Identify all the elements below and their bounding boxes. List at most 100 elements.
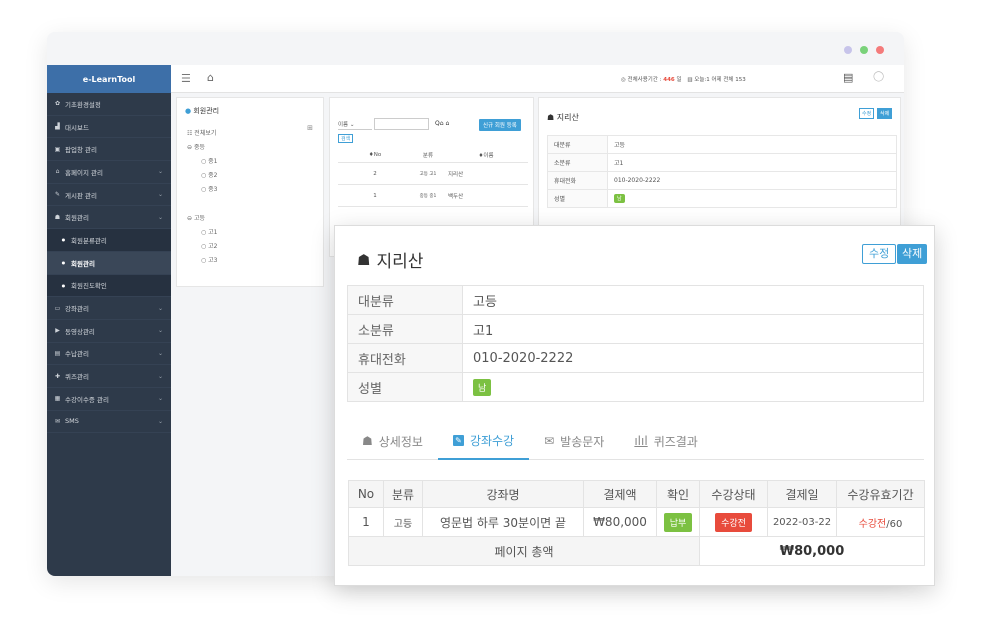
sidebar-item[interactable]: ▤ 수납관리 ⌄ [47, 343, 171, 366]
tab-messages[interactable]: ✉ 발송문자 [529, 422, 619, 460]
info-row: 소분류 고1 [347, 314, 924, 344]
tree-node-h2[interactable]: ○ 고2 [201, 241, 218, 250]
tree-node-middle[interactable]: ⊖ 중등 [187, 142, 205, 151]
tree-node-all[interactable]: ☷ 전체보기 [187, 128, 216, 137]
info-value: 고1 [462, 314, 924, 344]
course-table: No 분류 강좌명 결제액 확인 수강상태 결제일 수강유효기간 1 고등 영문… [348, 480, 925, 566]
tab-courses[interactable]: ✎ 강좌수강 [437, 422, 530, 460]
chevron-down-icon: ⌄ [157, 417, 163, 425]
info-key: 휴대전화 [547, 171, 608, 190]
sidebar-item[interactable]: ⌂ 홈페이지 관리 ⌄ [47, 161, 171, 184]
tree-node-m3[interactable]: ○ 중3 [201, 184, 218, 193]
info-key: 성별 [547, 189, 608, 208]
row-name[interactable]: 지리산 [443, 162, 528, 185]
sidebar-item[interactable]: ✎ 게시판 관리 ⌄ [47, 184, 171, 207]
course-status: 수강전 [699, 507, 768, 537]
sidebar-item-label: 게시판 관리 [65, 191, 97, 200]
visitor-stats: 오늘:1 어제 전체 [694, 77, 734, 83]
sidebar-item[interactable]: ▦ 수강이수증 관리 ⌄ [47, 388, 171, 411]
tab-details[interactable]: ☗ 상세정보 [347, 422, 438, 460]
sidebar-item[interactable]: ▟ 대시보드 [47, 116, 171, 139]
info-row: 성별 남 [347, 372, 924, 402]
tree-node-m2[interactable]: ○ 중2 [201, 170, 218, 179]
usage-status: ◎ 전체사용기간 : 446 일 ▥ 오늘:1 어제 전체 153 [621, 75, 746, 83]
sidebar-item-label: 동영상관리 [65, 327, 95, 336]
table-row[interactable]: 2 고등 고1 지리산 [338, 162, 528, 185]
tree-node-h3[interactable]: ○ 고3 [201, 255, 218, 264]
chevron-down-icon: ⌄ [157, 327, 163, 335]
filter-select-value: 이름 [338, 122, 349, 128]
search-input[interactable] [374, 118, 429, 130]
col-label: 이름 [483, 153, 494, 159]
sidebar-item[interactable]: ▣ 팝업창 관리 [47, 138, 171, 162]
sidebar-item-label: SMS [65, 417, 79, 426]
usage-prefix: ◎ 전체사용기간 : [621, 77, 662, 83]
usage-suffix: 일 [676, 77, 682, 83]
col-category[interactable]: 분류 [411, 148, 444, 163]
window-dot-purple[interactable] [844, 46, 852, 54]
period-status: 수강전 [858, 518, 887, 530]
gender-badge: 남 [473, 378, 492, 396]
usage-days: 446 [663, 77, 675, 83]
detail-edit-button[interactable]: 수정 [859, 108, 875, 119]
sidebar-item[interactable]: ✿ 기초환경설정 [47, 93, 171, 116]
search-icons[interactable]: Q⌂ ⌂ [435, 120, 449, 127]
row-category: 고등 고1 [411, 162, 444, 185]
menu-toggle-icon[interactable]: ☰ [181, 72, 191, 85]
info-key: 성별 [347, 372, 463, 402]
sidebar-item[interactable]: ☗ 회원관리 ⌄ [47, 206, 171, 230]
row-name[interactable]: 백두산 [443, 184, 528, 207]
paid-badge[interactable]: 납부 [663, 512, 693, 532]
sidebar-item[interactable]: ✉ SMS ⌄ [47, 411, 171, 434]
col-name[interactable]: ♦이름 [443, 148, 528, 163]
sidebar-item[interactable]: ● 회원분류관리 [47, 229, 171, 252]
tree-node-h1[interactable]: ○ 고1 [201, 227, 218, 236]
edit-button[interactable]: 수정 [862, 244, 897, 264]
certificate-icon: ▦ [54, 395, 61, 403]
sidebar-item-label: 회원관리 [71, 259, 95, 268]
col-no[interactable]: ♦No [338, 148, 412, 163]
sidebar-item[interactable]: ● 회원관리 [47, 251, 171, 275]
window-dot-green[interactable] [860, 46, 868, 54]
brand-logo[interactable]: e-LearnTool [47, 65, 171, 93]
sidebar-item[interactable]: ✚ 퀴즈관리 ⌄ [47, 365, 171, 388]
folder-icon: ▭ [54, 304, 61, 312]
filter-select[interactable]: 이름 ⌄ [338, 120, 372, 130]
tree-node-m1[interactable]: ○ 중1 [201, 156, 218, 165]
add-member-button[interactable]: 신규 회원 등록 [479, 119, 521, 131]
course-title[interactable]: 영문법 하루 30분이면 끝 [422, 507, 584, 537]
chevron-down-icon: ⌄ [157, 395, 163, 403]
detail-delete-button[interactable]: 삭제 [877, 108, 893, 119]
table-row[interactable]: 1 고등 영문법 하루 30분이면 끝 ₩80,000 납부 수강전 2022-… [348, 507, 925, 537]
bell-icon[interactable]: ◯ [873, 71, 884, 82]
member-detail-panel: ☗ 지리산 수정 삭제 대분류 고등 소분류 고1 휴대전화 010-2020-222… [538, 97, 901, 227]
tree-expand-icon[interactable]: ⊞ [307, 124, 313, 132]
sidebar-item[interactable]: ▶ 동영상관리 ⌄ [47, 320, 171, 343]
tree-node-label: 고3 [208, 257, 218, 264]
sidebar-item-label: 회원진도확인 [71, 282, 107, 291]
sidebar-item-label: 회원관리 [65, 214, 89, 223]
book-icon[interactable]: ▤ [843, 71, 853, 84]
sidebar-item-label: 퀴즈관리 [65, 373, 89, 382]
info-value: 남 [462, 372, 924, 402]
tree-title-label: 회원관리 [193, 107, 220, 115]
delete-button[interactable]: 삭제 [897, 244, 928, 264]
tree-node-high[interactable]: ⊖ 고등 [187, 213, 205, 222]
member-tree-panel: ● 회원관리 ⊞ ☷ 전체보기 ⊖ 중등 ○ 중1 ○ 중2 ○ 중3 ⊖ 고등… [176, 97, 324, 287]
col-status: 수강상태 [699, 480, 768, 508]
search-button[interactable]: 검색 [338, 134, 354, 143]
sidebar-item[interactable]: ▭ 강좌관리 ⌄ [47, 297, 171, 320]
chevron-down-icon: ⌄ [157, 349, 163, 357]
tree-node-label: 전체보기 [194, 130, 217, 137]
status-badge[interactable]: 수강전 [715, 512, 752, 532]
table-row[interactable]: 1 중등 중1 백두산 [338, 184, 528, 207]
home-icon[interactable]: ⌂ [207, 71, 214, 84]
col-amount: 결제액 [583, 480, 657, 508]
sidebar-item[interactable]: ● 회원진도확인 [47, 274, 171, 298]
tab-quiz-results[interactable]: ılıl 퀴즈결과 [619, 422, 713, 460]
total-label: 페이지 총액 [348, 536, 700, 566]
window-dot-red[interactable] [876, 46, 884, 54]
chevron-down-icon: ⌄ [157, 304, 163, 312]
bar-chart-icon: ılıl [634, 434, 648, 448]
course-amount: ₩80,000 [583, 507, 657, 537]
